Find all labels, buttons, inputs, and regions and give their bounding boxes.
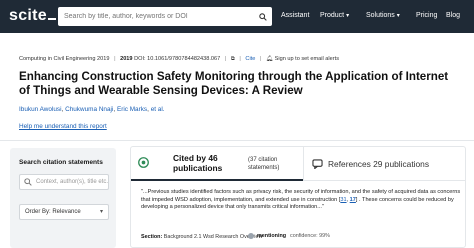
confidence-value: confidence: 99% <box>290 233 330 239</box>
citation-search-sidebar: Search citation statements Context, auth… <box>10 148 116 248</box>
references-count: References 29 publications <box>328 159 430 169</box>
search-input[interactable] <box>58 13 238 20</box>
citation-footer: Section: Background 2.1 Wsd Research Ove… <box>141 233 463 240</box>
doi-value[interactable]: 10.1061/9780784482438.067 <box>147 56 220 62</box>
chevron-down-icon: ▾ <box>99 209 103 215</box>
paper-venue: Computing in Civil Engineering 2019 <box>19 56 110 62</box>
filter-placeholder: Context, author(s), title etc. <box>36 179 109 185</box>
quote-icon <box>138 157 149 168</box>
author-link[interactable]: Eric Marks <box>117 106 147 113</box>
citation-snippet: "...Previous studies identified factors … <box>141 189 463 212</box>
cite-link[interactable]: Cite <box>245 56 255 62</box>
paper-year: 2019 <box>120 56 133 62</box>
search-button[interactable] <box>254 7 272 26</box>
nav-pricing[interactable]: Pricing <box>416 12 437 19</box>
nav-product[interactable]: Product ▾ <box>320 12 349 19</box>
order-by-select[interactable]: Order By: Relevance ▾ <box>19 204 109 220</box>
meta-divider: | <box>114 56 116 62</box>
author-list: Ibukun Awolusi, Chukwuma Nnaji, Eric Mar… <box>19 106 165 113</box>
author-link[interactable]: Chukwuma Nnaji <box>65 106 113 113</box>
paper-title: Enhancing Construction Safety Monitoring… <box>19 70 449 97</box>
mention-dot-icon <box>248 233 254 239</box>
paper-meta-row: Computing in Civil Engineering 2019 | 20… <box>19 56 339 63</box>
scite-logo[interactable]: scite <box>9 7 56 25</box>
citation-filter-input[interactable]: Context, author(s), title etc. <box>19 174 109 190</box>
citation-statements-count: (37 citation statements) <box>248 157 280 171</box>
search-bar[interactable] <box>58 7 272 26</box>
mention-badge: mentioning confidence: 99% <box>248 233 330 239</box>
author-link[interactable]: Ibukun Awolusi <box>19 106 62 113</box>
sidebar-title: Search citation statements <box>19 159 103 166</box>
tab-cited-by[interactable]: Cited by 46 publications (37 citation st… <box>131 147 303 181</box>
chevron-down-icon: ▾ <box>396 13 400 19</box>
order-by-value: Order By: Relevance <box>25 209 81 215</box>
help-understand-link[interactable]: Help me understand this report <box>19 123 107 130</box>
et-al-link[interactable]: et al. <box>151 106 165 113</box>
meta-divider: | <box>259 56 262 62</box>
comment-icon <box>312 159 323 169</box>
top-navigation-bar: scite Assistant Product▾ Solutions▾ Pric… <box>0 0 474 33</box>
section-divider <box>0 140 474 141</box>
bell-icon[interactable]: 🔔︎ <box>266 56 273 62</box>
logo-underscore <box>47 18 56 20</box>
chevron-down-icon: ▾ <box>346 13 350 19</box>
email-alert-link[interactable]: Sign up to set email alerts <box>275 56 339 62</box>
copy-icon[interactable]: ⧉ <box>231 56 235 62</box>
search-icon <box>24 178 32 186</box>
nav-solutions[interactable]: Solutions ▾ <box>366 12 400 19</box>
nav-blog[interactable]: Blog <box>446 12 460 19</box>
citations-panel: Cited by 46 publications (37 citation st… <box>130 146 466 248</box>
section-label: Section: <box>141 234 163 240</box>
cited-by-count: Cited by 46 publications <box>173 153 223 173</box>
mention-type: mentioning <box>257 233 287 239</box>
nav-assistant[interactable]: Assistant <box>281 12 309 19</box>
meta-divider: | <box>239 56 241 62</box>
meta-divider: | <box>224 56 227 62</box>
tab-references[interactable]: References 29 publications <box>303 147 466 181</box>
doi-label: DOI: <box>134 56 146 62</box>
search-icon <box>259 12 267 21</box>
